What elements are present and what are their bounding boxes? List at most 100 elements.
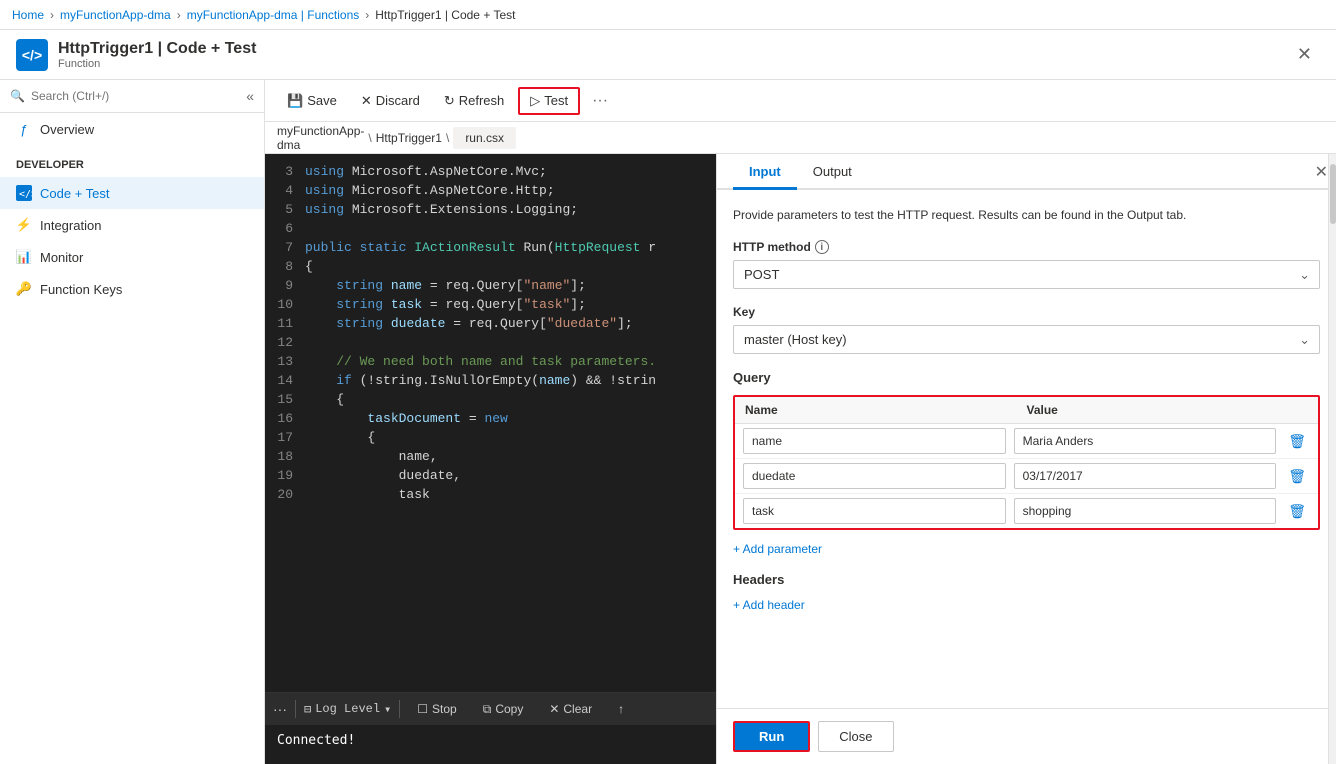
delete-row-0-button[interactable]: 🗑 [1284, 431, 1310, 452]
code-line: 6 [265, 219, 716, 238]
code-test-icon: </> [16, 185, 32, 201]
monitor-icon: 📊 [16, 249, 32, 265]
query-value-input-0[interactable] [1014, 428, 1277, 454]
query-name-header: Name [745, 403, 1027, 417]
http-method-wrapper: POST GET PUT DELETE [733, 260, 1320, 289]
code-line: 8 { [265, 257, 716, 276]
breadcrumb-app-name: myFunctionApp- dma [277, 124, 364, 152]
query-value-header: Value [1027, 403, 1309, 417]
overview-icon: ƒ [16, 121, 32, 137]
save-button[interactable]: 💾 Save [277, 89, 347, 113]
sidebar-item-integration[interactable]: ⚡ Integration [0, 209, 264, 241]
sidebar-item-code-test[interactable]: </> Code + Test [0, 177, 264, 209]
code-line: 13 // We need both name and task paramet… [265, 352, 716, 371]
page-title: HttpTrigger1 | Code + Test [58, 40, 256, 58]
copy-icon: ⧉ [483, 702, 492, 717]
log-toolbar: ··· ⊟ Log Level ▾ ☐ Stop [265, 693, 716, 725]
title-bar: </> HttpTrigger1 | Code + Test Function … [0, 30, 1336, 80]
query-row: 🗑 [735, 459, 1318, 494]
sidebar-item-function-keys[interactable]: 🔑 Function Keys [0, 273, 264, 305]
log-console: ··· ⊟ Log Level ▾ ☐ Stop [265, 692, 716, 756]
breadcrumb-app2[interactable]: myFunctionApp-dma | Functions [187, 8, 360, 22]
integration-icon: ⚡ [16, 217, 32, 233]
stop-checkbox-icon: ☐ [417, 702, 428, 716]
headers-section: Headers + Add header [733, 572, 1320, 612]
query-name-input-1[interactable] [743, 463, 1006, 489]
filter-icon: ⊟ [304, 702, 311, 717]
right-panel-scrollbar[interactable] [1328, 154, 1336, 764]
code-line: 14 if (!string.IsNullOrEmpty(name) && !s… [265, 371, 716, 390]
http-method-select[interactable]: POST GET PUT DELETE [733, 260, 1320, 289]
breadcrumb-app1[interactable]: myFunctionApp-dma [60, 8, 171, 22]
search-icon: 🔍 [10, 89, 25, 103]
query-value-input-1[interactable] [1014, 463, 1277, 489]
test-icon: ▷ [530, 93, 540, 109]
query-table-header: Name Value [735, 397, 1318, 424]
developer-section-label: Developer [0, 145, 264, 177]
breadcrumb-home[interactable]: Home [12, 8, 44, 22]
sidebar: 🔍 « ƒ Overview Developer </> Code + Test… [0, 80, 265, 764]
code-line: 3 using Microsoft.AspNetCore.Mvc; [265, 162, 716, 181]
code-line: 15 { [265, 390, 716, 409]
code-line: 18 name, [265, 447, 716, 466]
refresh-button[interactable]: ↻ Refresh [434, 89, 514, 113]
close-button[interactable]: Close [818, 721, 893, 752]
breadcrumb-trigger-name: HttpTrigger1 [376, 131, 442, 145]
query-name-input-2[interactable] [743, 498, 1006, 524]
code-line: 7 public static IActionResult Run(HttpRe… [265, 238, 716, 257]
sidebar-item-label-monitor: Monitor [40, 250, 83, 265]
key-label: Key [733, 305, 1320, 319]
search-input[interactable] [31, 89, 240, 103]
save-icon: 💾 [287, 93, 303, 109]
scrollbar-thumb [1330, 164, 1336, 224]
code-line: 19 duedate, [265, 466, 716, 485]
sidebar-item-label-overview: Overview [40, 122, 94, 137]
query-value-input-2[interactable] [1014, 498, 1277, 524]
toolbar-more-button[interactable]: ··· [584, 88, 616, 114]
sidebar-item-monitor[interactable]: 📊 Monitor [0, 241, 264, 273]
run-button[interactable]: Run [733, 721, 810, 752]
collapse-sidebar-button[interactable]: « [246, 88, 254, 104]
panel-content: Provide parameters to test the HTTP requ… [717, 190, 1336, 708]
query-row: 🗑 [735, 494, 1318, 528]
delete-row-2-button[interactable]: 🗑 [1284, 501, 1310, 522]
code-line: 16 taskDocument = new [265, 409, 716, 428]
copy-button[interactable]: ⧉ Copy [474, 698, 533, 721]
add-header-button[interactable]: + Add header [733, 598, 805, 612]
sidebar-item-label-code-test: Code + Test [40, 186, 110, 201]
code-line: 5 using Microsoft.Extensions.Logging; [265, 200, 716, 219]
log-more-button[interactable]: ··· [273, 701, 287, 717]
copy-label: Copy [495, 702, 523, 716]
clear-button[interactable]: ✕ Clear [540, 698, 601, 720]
query-row: 🗑 [735, 424, 1318, 459]
http-method-info-icon[interactable]: i [815, 240, 829, 254]
sidebar-search-container: 🔍 « [0, 80, 264, 113]
app-icon: </> [16, 39, 48, 71]
test-panel: ✕ Input Output Provide parameters to tes… [716, 154, 1336, 764]
log-level-filter[interactable]: ⊟ Log Level ▾ [304, 702, 391, 717]
stop-button[interactable]: ☐ Stop [408, 698, 465, 720]
svg-text:</>: </> [19, 189, 32, 200]
panel-description: Provide parameters to test the HTTP requ… [733, 206, 1320, 224]
delete-row-1-button[interactable]: 🗑 [1284, 466, 1310, 487]
code-editor[interactable]: 3 using Microsoft.AspNetCore.Mvc; 4 usin… [265, 154, 716, 764]
test-button[interactable]: ▷ Test [518, 87, 580, 115]
code-line: 10 string task = req.Query["task"]; [265, 295, 716, 314]
sidebar-item-overview[interactable]: ƒ Overview [0, 113, 264, 145]
code-line: 20 task [265, 485, 716, 504]
tab-input[interactable]: Input [733, 154, 797, 190]
stop-label: Stop [432, 702, 457, 716]
code-line: 11 string duedate = req.Query["duedate"]… [265, 314, 716, 333]
title-close-button[interactable]: ✕ [1289, 40, 1320, 69]
key-select[interactable]: master (Host key) default (Function key) [733, 325, 1320, 354]
query-section-title: Query [733, 370, 1320, 385]
discard-button[interactable]: ✕ Discard [351, 89, 430, 113]
add-parameter-button[interactable]: + Add parameter [733, 542, 822, 556]
query-name-input-0[interactable] [743, 428, 1006, 454]
connected-message: Connected! [277, 733, 355, 748]
tab-output[interactable]: Output [797, 154, 868, 190]
panel-close-button[interactable]: ✕ [1315, 162, 1328, 182]
page-subtitle: Function [58, 58, 256, 70]
code-line: 17 { [265, 428, 716, 447]
log-expand-button[interactable]: ↑ [609, 698, 633, 720]
